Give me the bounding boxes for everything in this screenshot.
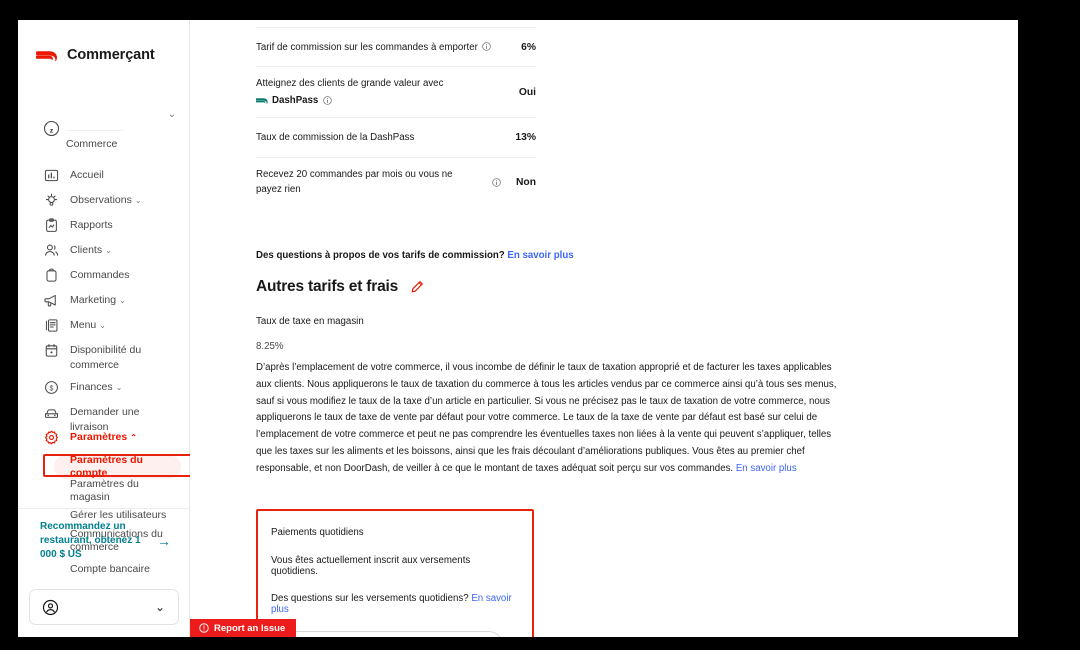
- info-icon[interactable]: [323, 96, 333, 105]
- chevron-down-icon: ⌄: [105, 246, 112, 255]
- unsubscribe-daily-payouts-button[interactable]: Se désabonner des versements quotidiens: [271, 631, 505, 637]
- sidebar-item-finances[interactable]: $ Finances ⌄: [18, 380, 189, 405]
- referral-promo-text: Recommandez un restaurant, obtenez 1 000…: [40, 521, 141, 560]
- sidebar-subitem-parametres-du-compte[interactable]: Paramètres du compte: [54, 454, 181, 479]
- calendar-icon: [45, 343, 58, 357]
- doordash-logo-icon: [36, 50, 57, 61]
- fee-value: Oui: [518, 86, 536, 98]
- fee-label: Recevez 20 commandes par mois ou vous ne…: [256, 169, 453, 195]
- chevron-up-icon: ⌃: [130, 433, 137, 442]
- clipboard-icon: [46, 218, 57, 232]
- report-an-issue-button[interactable]: Report an Issue: [190, 619, 297, 637]
- store-tax-rate-label: Taux de taxe en magasin: [256, 316, 364, 327]
- sidebar-item-label: Observations ⌄: [70, 194, 142, 206]
- dashpass-label: DashPass: [272, 95, 319, 106]
- sidebar-item-commandes[interactable]: Commandes: [18, 268, 189, 293]
- daily-payouts-question-text: Des questions sur les versements quotidi…: [271, 593, 472, 604]
- sidebar-subitem-label: Paramètres du magasin: [70, 478, 139, 503]
- sidebar-item-label: Commandes: [70, 269, 130, 281]
- fee-value: 13%: [515, 132, 536, 143]
- referral-promo[interactable]: Recommandez un restaurant, obtenez 1 000…: [18, 508, 189, 575]
- dollar-circle-icon: $: [45, 381, 58, 394]
- dashpass-logo-icon: [256, 97, 268, 104]
- sidebar-item-label: Paramètres ⌃: [70, 431, 137, 443]
- bag-icon: [46, 268, 57, 282]
- chevron-down-icon: ⌄: [99, 321, 106, 330]
- store-name: Commerce: [66, 138, 118, 150]
- main-content: Tarif de commission sur les commandes à …: [190, 20, 1018, 637]
- daily-payouts-card: Paiements quotidiens Vous êtes actuellem…: [256, 509, 534, 637]
- daily-payouts-title: Paiements quotidiens: [271, 527, 364, 538]
- tax-disclaimer-paragraph: D’après l’emplacement de votre commerce,…: [256, 360, 846, 478]
- fee-label: Tarif de commission sur les commandes à …: [256, 40, 513, 55]
- brand-header[interactable]: Commerçant: [18, 20, 189, 68]
- chevron-down-icon: ⌄: [134, 196, 142, 205]
- fee-label: Atteignez des clients de grande valeur a…: [256, 78, 444, 106]
- sidebar-item-observations[interactable]: Observations ⌄: [18, 193, 189, 218]
- account-menu[interactable]: ⌄: [29, 589, 179, 625]
- car-icon: [44, 409, 59, 418]
- sidebar-item-accueil[interactable]: Accueil: [18, 168, 189, 193]
- sidebar-item-clients[interactable]: Clients ⌄: [18, 243, 189, 268]
- fee-row-dashpass-reach: Atteignez des clients de grande valeur a…: [256, 67, 536, 118]
- commission-question-text: Des questions à propos de vos tarifs de …: [256, 250, 508, 261]
- tax-disclaimer-text: D’après l’emplacement de votre commerce,…: [256, 362, 837, 474]
- store-tax-rate-value: 8.25%: [256, 341, 284, 352]
- sidebar-item-label: Finances ⌄: [70, 381, 123, 393]
- info-icon[interactable]: [492, 177, 502, 187]
- sidebar-item-label: Menu ⌄: [70, 319, 106, 331]
- sidebar-item-label: Marketing ⌄: [70, 294, 126, 306]
- chevron-down-icon: ⌄: [154, 600, 165, 614]
- home-chart-icon: [44, 169, 59, 182]
- report-an-issue-label: Report an Issue: [214, 622, 286, 634]
- fee-table: Tarif de commission sur les commandes à …: [256, 27, 536, 206]
- info-icon[interactable]: [482, 41, 491, 51]
- sidebar-item-marketing[interactable]: Marketing ⌄: [18, 293, 189, 318]
- fee-value: 6%: [521, 41, 536, 53]
- edit-pencil-icon[interactable]: [410, 280, 424, 294]
- sidebar-subitem-parametres-du-magasin[interactable]: Paramètres du magasin: [18, 478, 189, 503]
- sidebar-item-disponibilite[interactable]: Disponibilité du commerce: [18, 343, 189, 380]
- commission-question-line: Des questions à propos de vos tarifs de …: [256, 250, 574, 261]
- store-name-divider: [66, 130, 124, 131]
- sidebar-item-label: Disponibilité du commerce: [70, 344, 142, 371]
- app-window: Commerçant ⌄ z Commerce Accueil Observat…: [18, 20, 1018, 637]
- sidebar-item-menu[interactable]: Menu ⌄: [18, 318, 189, 343]
- account-circle-icon: [42, 599, 59, 615]
- fee-row-pickup-commission: Tarif de commission sur les commandes à …: [256, 27, 536, 67]
- sidebar-item-label: Rapports: [70, 219, 113, 231]
- learn-more-link-commission[interactable]: En savoir plus: [507, 250, 573, 261]
- daily-payouts-question: Des questions sur les versements quotidi…: [271, 593, 516, 615]
- arrow-right-icon: →: [157, 533, 171, 549]
- menu-book-icon: [45, 319, 58, 332]
- megaphone-icon: [44, 294, 56, 307]
- fee-value: Non: [515, 176, 536, 188]
- brand-name: Commerçant: [67, 46, 155, 63]
- chevron-down-icon: ⌄: [119, 296, 126, 305]
- sidebar: Commerçant ⌄ z Commerce Accueil Observat…: [18, 20, 204, 637]
- sidebar-item-label: Accueil: [70, 169, 104, 181]
- learn-more-link-tax[interactable]: En savoir plus: [736, 463, 797, 474]
- chevron-down-icon: ⌄: [167, 109, 176, 120]
- chevron-down-icon: ⌄: [115, 383, 123, 392]
- svg-text:$: $: [50, 385, 54, 392]
- fee-row-dashpass-commission: Taux de commission de la DashPass 13%: [256, 118, 536, 158]
- gear-icon: [45, 430, 58, 445]
- sidebar-item-demander-livraison[interactable]: Demander une livraison: [18, 405, 189, 433]
- sidebar-subitem-label: Paramètres du compte: [70, 454, 143, 479]
- warning-circle-icon: [199, 623, 209, 633]
- people-icon: [45, 244, 59, 256]
- sidebar-item-label: Clients ⌄: [70, 244, 112, 256]
- other-fees-section-header: Autres tarifs et frais: [256, 278, 424, 296]
- page-section-title: Autres tarifs et frais: [256, 278, 399, 295]
- lightbulb-icon: [45, 193, 58, 206]
- fee-row-twenty-orders-guarantee: Recevez 20 commandes par mois ou vous ne…: [256, 158, 536, 206]
- store-avatar-icon: z: [43, 120, 60, 137]
- store-selector[interactable]: ⌄ z Commerce: [30, 100, 180, 152]
- fee-label: Taux de commission de la DashPass: [256, 132, 415, 143]
- daily-payouts-status: Vous êtes actuellement inscrit aux verse…: [271, 555, 471, 577]
- sidebar-item-rapports[interactable]: Rapports: [18, 218, 189, 243]
